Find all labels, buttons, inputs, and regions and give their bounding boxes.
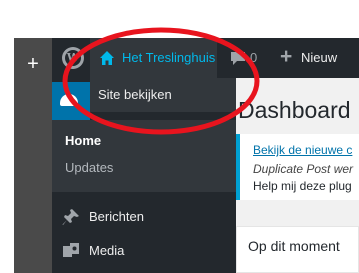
submenu-item-updates[interactable]: Updates <box>65 160 113 176</box>
menu-item-media[interactable]: Media <box>52 238 236 264</box>
browser-top-area <box>0 0 359 38</box>
wordpress-logo-icon[interactable] <box>62 47 84 69</box>
at-a-glance-widget: Op dit moment <box>236 226 359 273</box>
site-name-label[interactable]: Het Treslinghuis <box>122 50 215 66</box>
media-icon <box>63 243 79 257</box>
comment-bubble-icon[interactable] <box>230 50 246 66</box>
menu-item-label[interactable]: Media <box>89 243 124 259</box>
admin-notice: Bekijk de nieuwe c Duplicate Post wer He… <box>236 134 359 200</box>
site-name-menu[interactable]: Het Treslinghuis <box>90 38 217 78</box>
home-icon <box>100 51 114 65</box>
main-content: Dashboard Bekijk de nieuwe c Duplicate P… <box>236 78 359 273</box>
page-title: Dashboard <box>238 97 351 123</box>
new-content-label[interactable]: Nieuw <box>301 50 337 66</box>
submenu-item-home[interactable]: Home <box>65 133 101 149</box>
new-content-plus-icon[interactable]: + <box>280 46 292 68</box>
notice-link[interactable]: Bekijk de nieuwe c <box>253 143 352 157</box>
widget-title[interactable]: Op dit moment <box>248 238 340 254</box>
notice-plugin-text: Duplicate Post wer <box>253 162 354 176</box>
notice-help-text: Help mij deze plug <box>253 179 352 193</box>
pushpin-icon <box>62 209 79 225</box>
dashboard-submenu: Home Updates <box>52 120 236 192</box>
admin-bar: Het Treslinghuis 0 + Nieuw <box>52 38 359 78</box>
menu-item-posts[interactable]: Berichten <box>52 204 236 230</box>
dashboard-gauge-icon <box>60 94 78 106</box>
add-plus-icon[interactable]: + <box>14 54 52 74</box>
menu-item-label[interactable]: Berichten <box>89 209 144 225</box>
view-site-link[interactable]: Site bekijken <box>98 87 172 103</box>
window-left-edge <box>0 38 14 273</box>
comment-count[interactable]: 0 <box>250 50 257 66</box>
site-name-dropdown: Site bekijken <box>90 78 243 112</box>
